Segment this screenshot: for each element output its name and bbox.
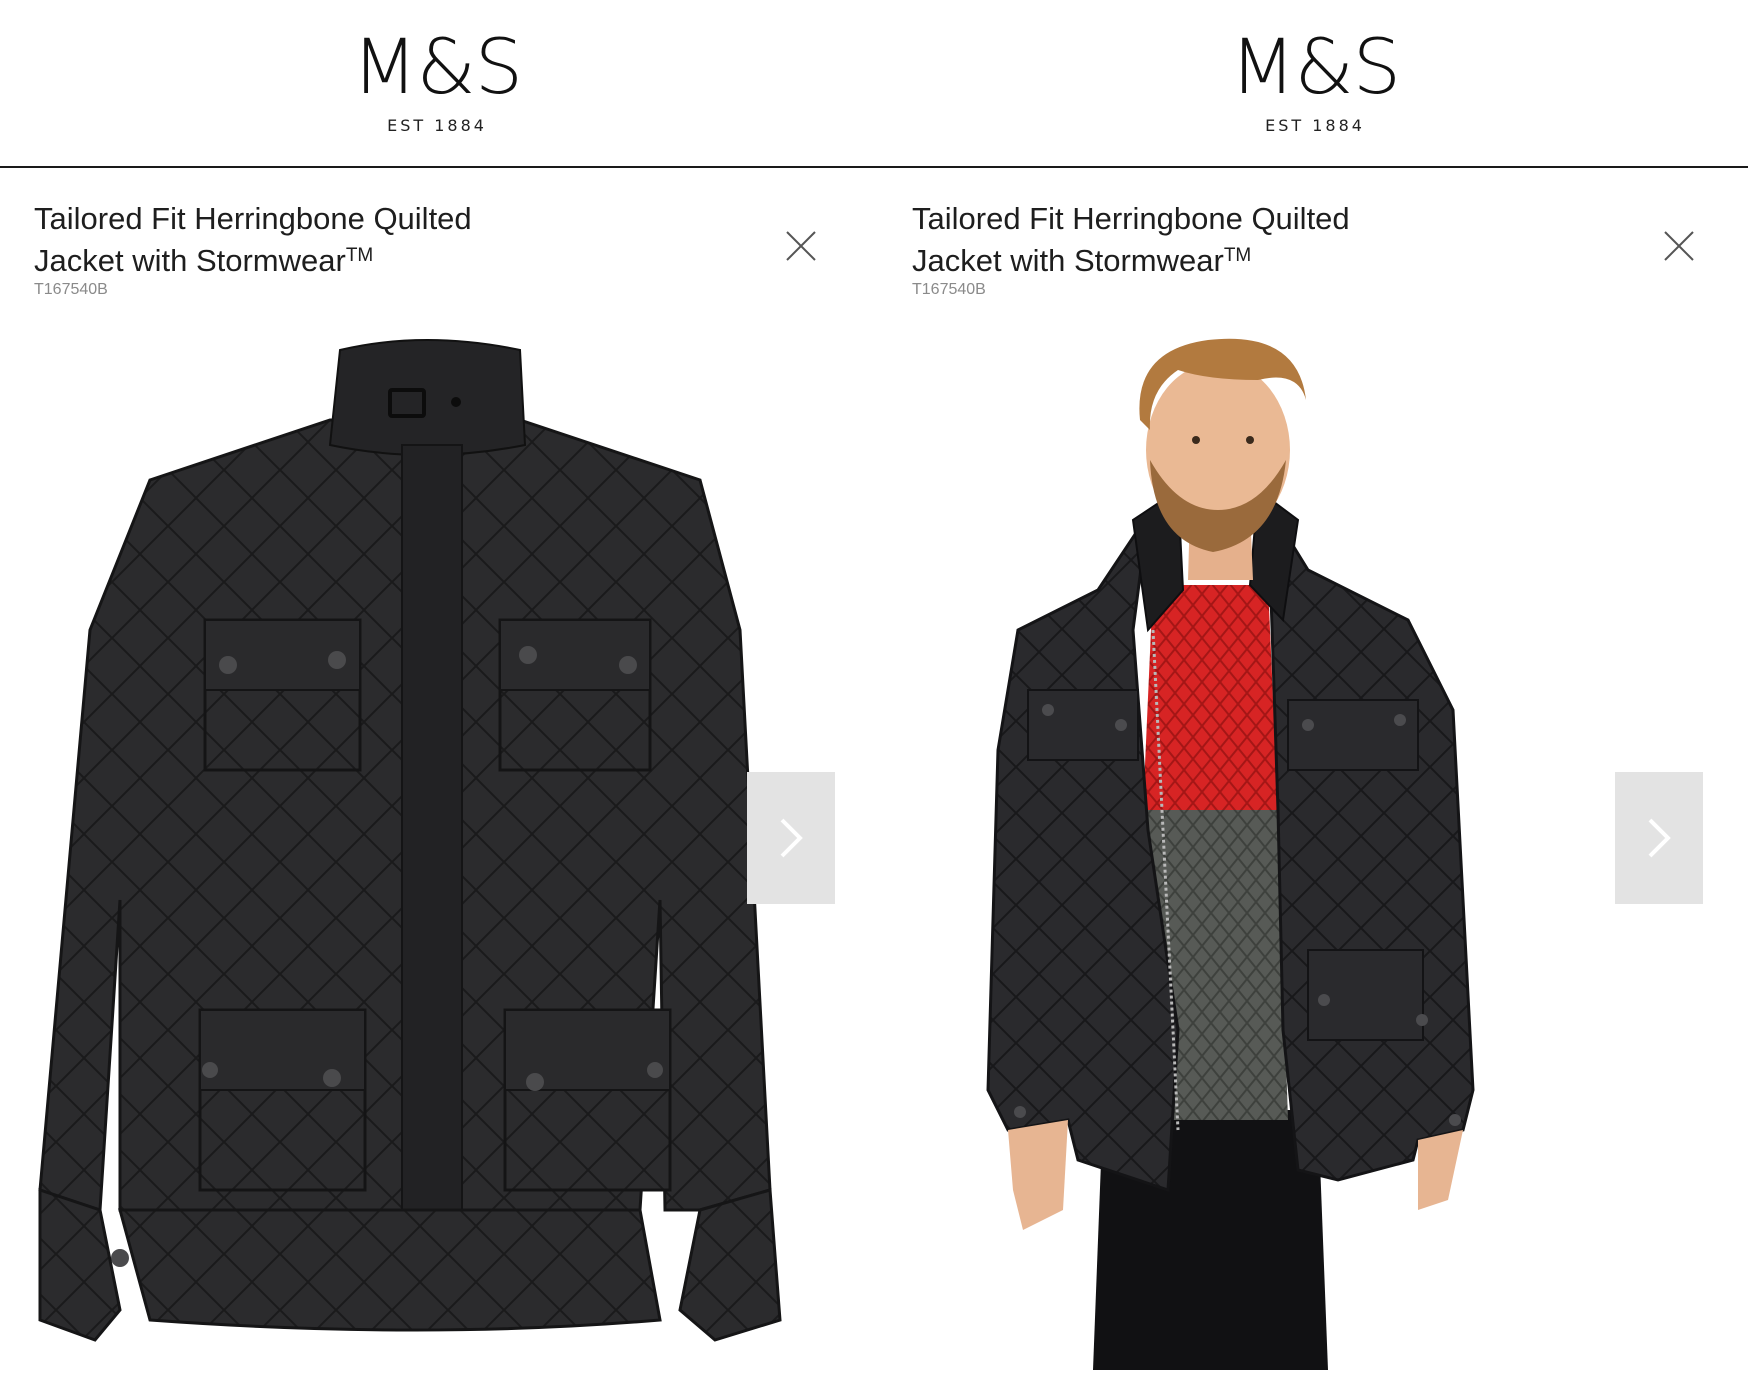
logo-tagline: EST 1884	[387, 116, 487, 135]
product-title-line2: Jacket with Stormwear	[34, 243, 346, 278]
brand-logo[interactable]: M&S EST 1884	[0, 22, 874, 136]
next-image-button[interactable]	[1615, 772, 1703, 904]
close-icon	[786, 231, 816, 261]
trademark-mark: TM	[1223, 245, 1252, 266]
next-image-button[interactable]	[747, 772, 835, 904]
product-title-block: Tailored Fit Herringbone Quilted Jacket …	[34, 200, 654, 299]
close-button[interactable]	[781, 226, 821, 266]
chevron-right-icon	[1648, 818, 1671, 858]
product-panel-left: M&S EST 1884 Tailored Fit Herringbone Qu…	[0, 0, 874, 1394]
product-sku: T167540B	[912, 281, 986, 298]
header: M&S EST 1884	[0, 0, 874, 166]
product-title-line1: Tailored Fit Herringbone Quilted	[912, 201, 1350, 236]
logo-wordmark: M&S	[351, 22, 523, 111]
close-icon	[1664, 231, 1694, 261]
brand-logo[interactable]: M&S EST 1884	[878, 22, 1748, 136]
product-sku: T167540B	[34, 281, 108, 298]
header: M&S EST 1884	[878, 0, 1748, 166]
chevron-right-icon	[780, 818, 803, 858]
product-panel-right: M&S EST 1884 Tailored Fit Herringbone Qu…	[878, 0, 1748, 1394]
product-title: Tailored Fit Herringbone Quilted Jacket …	[34, 200, 654, 279]
product-title-line2: Jacket with Stormwear	[912, 243, 1224, 278]
product-title-block: Tailored Fit Herringbone Quilted Jacket …	[912, 200, 1532, 299]
logo-tagline: EST 1884	[1265, 116, 1365, 135]
product-image-jacket[interactable]	[0, 330, 874, 1370]
close-button[interactable]	[1659, 226, 1699, 266]
trademark-mark: TM	[345, 245, 374, 266]
product-title-line1: Tailored Fit Herringbone Quilted	[34, 201, 472, 236]
logo-wordmark: M&S	[1229, 22, 1401, 111]
product-title: Tailored Fit Herringbone Quilted Jacket …	[912, 200, 1532, 279]
